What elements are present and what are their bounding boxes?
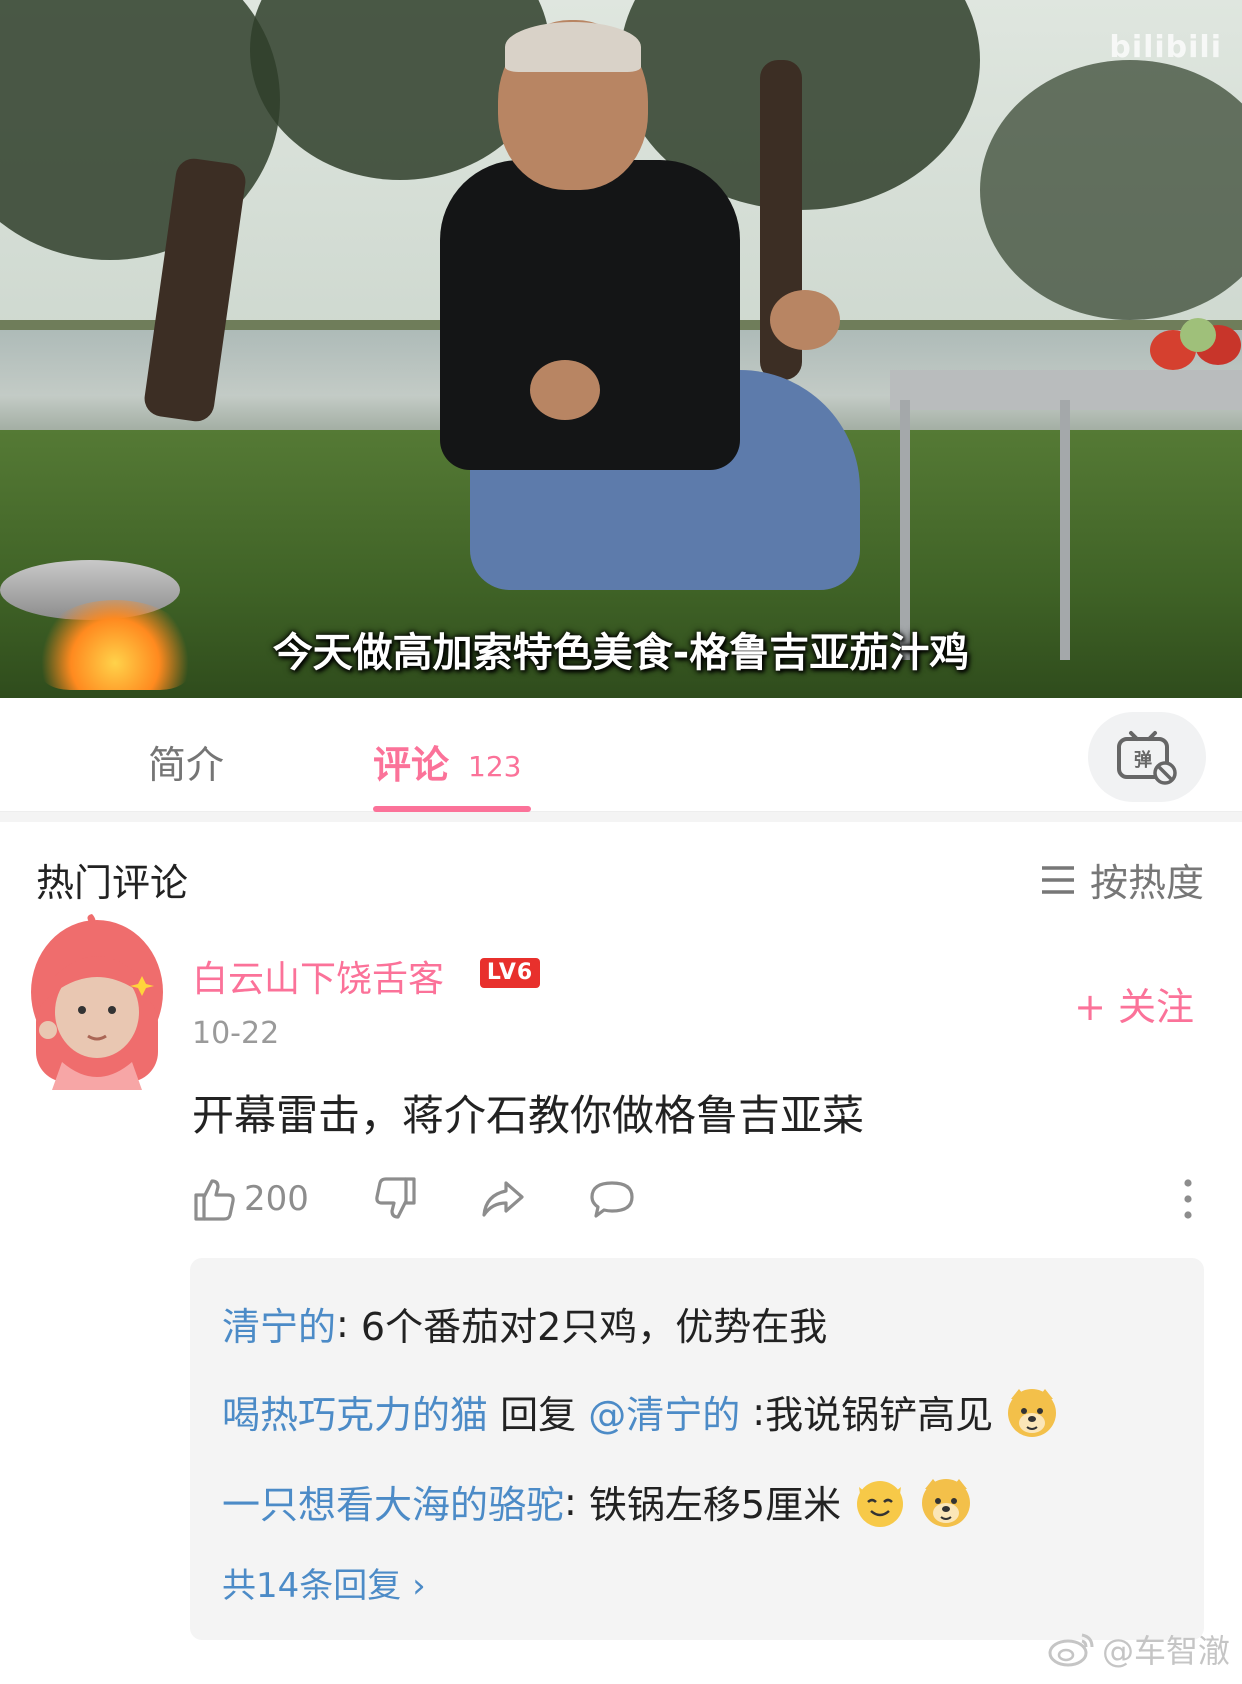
like-button[interactable]: 200 [190, 1170, 309, 1228]
reply-separator: : [336, 1301, 361, 1346]
view-all-replies-link[interactable]: 共14条回复 › [222, 1558, 426, 1607]
reply-button[interactable] [588, 1170, 636, 1228]
video-player[interactable]: bilibili 今天做高加索特色美食-格鲁吉亚茄汁鸡 [0, 0, 1242, 698]
danmaku-toggle-button[interactable]: 弹 [1088, 712, 1206, 802]
reply-mention[interactable]: @清宁的 [588, 1384, 740, 1439]
comment-actions: 200 [0, 1170, 1242, 1230]
share-button[interactable] [478, 1170, 526, 1228]
dislike-button[interactable] [372, 1170, 420, 1228]
reply-item[interactable]: 清宁的 : 6个番茄对2只鸡，优势在我 [222, 1296, 827, 1351]
reply-text: 铁锅左移5厘米 [588, 1483, 842, 1527]
follow-button[interactable]: + 关注 [1074, 976, 1194, 1031]
comment-count: 123 [468, 750, 522, 783]
reply-item[interactable]: 喝热巧克力的猫 回复 @清宁的 : 我说锅铲高见 [222, 1384, 1059, 1439]
comment-text: 开幕雷击，蒋介石教你做格鲁吉亚菜 [192, 1091, 865, 1140]
reply-item[interactable]: 一只想看大海的骆驼 : 铁锅左移5厘米 [222, 1474, 973, 1529]
video-subtitle: 今天做高加索特色美食-格鲁吉亚茄汁鸡 [272, 630, 970, 676]
sort-label: 按热度 [1089, 861, 1204, 905]
doge-emoji-icon [919, 1475, 973, 1529]
cat-smile-emoji-icon [853, 1475, 907, 1529]
tab-bar: 简介 评论 123 弹 [0, 698, 1242, 812]
bilibili-watermark: bilibili [1109, 30, 1222, 65]
tab-intro[interactable]: 简介 [148, 734, 224, 789]
reply-separator: : [564, 1479, 589, 1524]
level-badge: LV6 [480, 958, 540, 988]
doge-emoji-icon [1005, 1385, 1059, 1439]
svg-text:弹: 弹 [1134, 749, 1152, 771]
person-hand [530, 360, 600, 420]
sort-button[interactable]: 按热度 [1040, 852, 1204, 907]
reply-username[interactable]: 喝热巧克力的猫 [222, 1384, 488, 1439]
person-hand [770, 290, 840, 350]
onion [1180, 318, 1216, 352]
weibo-watermark: @车智澈 [1046, 1626, 1230, 1672]
more-options-button[interactable] [1176, 1170, 1200, 1228]
danmaku-off-icon: 弹 [1117, 731, 1177, 785]
person-shirt [440, 160, 740, 470]
section-divider [0, 812, 1242, 822]
vertical-ellipsis-icon [1184, 1179, 1192, 1219]
weibo-logo-icon [1048, 1633, 1094, 1667]
reply-separator: : [740, 1389, 766, 1434]
reply-username[interactable]: 清宁的 [222, 1296, 336, 1351]
tab-comments[interactable]: 评论 [373, 734, 449, 789]
replies-box[interactable]: 清宁的 : 6个番茄对2只鸡，优势在我 喝热巧克力的猫 回复 @清宁的 : 我说… [190, 1258, 1204, 1640]
speech-bubble-icon [590, 1181, 634, 1218]
reply-text: 6个番茄对2只鸡，优势在我 [360, 1305, 828, 1349]
like-count: 200 [244, 1179, 309, 1219]
thumbs-up-icon [194, 1179, 235, 1221]
comment-date: 10-22 [192, 1016, 280, 1051]
hot-comments-title: 热门评论 [36, 861, 189, 905]
reply-text: 我说锅铲高见 [765, 1393, 994, 1437]
avatar[interactable] [22, 912, 172, 1090]
sort-icon [1041, 865, 1074, 894]
person-hair [505, 22, 641, 72]
reply-username[interactable]: 一只想看大海的骆驼 [222, 1474, 564, 1529]
comment-username[interactable]: 白云山下饶舌客 [192, 950, 444, 1002]
thumbs-down-icon [375, 1177, 416, 1219]
watermark-text: @车智澈 [1101, 1632, 1230, 1670]
share-icon [482, 1181, 524, 1217]
reply-word: 回复 [488, 1393, 589, 1437]
